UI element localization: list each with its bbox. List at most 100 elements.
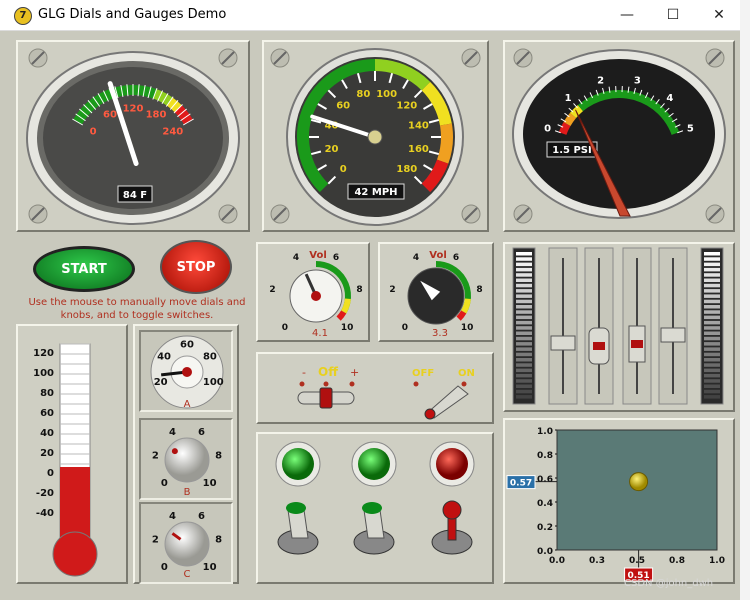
- psi-gauge[interactable]: 0 1 2 3 4 5 1.5 PSI: [505, 42, 733, 230]
- switch-plus-label: +: [350, 366, 359, 379]
- switch-panel: - Off + OFF ON: [256, 352, 494, 424]
- vol2-tick-label: 2: [389, 285, 395, 295]
- thermometer-tick-label: 0: [47, 468, 54, 479]
- xy-plot[interactable]: 1.00.80.60.40.20.0 0.0 0.3 0.5 0.8 1.0 0.57 …: [505, 420, 733, 582]
- temp-gauge-panel: 0 60 120 180 240 84 F: [16, 40, 250, 232]
- knob-b-tick-label: 0: [161, 478, 168, 489]
- y-tick-label: 0.6: [537, 475, 553, 485]
- y-tick-label: 0.2: [537, 523, 553, 533]
- speed-tick-label: 60: [336, 101, 350, 112]
- temp-gauge[interactable]: 0 60 120180 240 84 F: [18, 42, 248, 230]
- speed-tick-label: 140: [408, 121, 429, 132]
- temp-tick-label: 120: [123, 103, 144, 114]
- knob-a-tick-label: 40: [157, 351, 171, 362]
- psi-readout: 1.5 PSI: [552, 145, 591, 156]
- speed-tick-label: 80: [356, 89, 370, 100]
- sliders-area: [512, 247, 724, 405]
- speed-tick-label: 180: [396, 164, 417, 175]
- knob-c-tick-label: 4: [169, 511, 176, 522]
- start-button[interactable]: START: [33, 246, 135, 292]
- vol1-tick-label: 6: [333, 253, 339, 263]
- vol-dial-2-label: Vol: [429, 250, 447, 261]
- knob-c-tick-label: 2: [152, 534, 159, 545]
- vol2-tick-label: 6: [453, 253, 459, 263]
- stop-button[interactable]: STOP: [160, 240, 232, 294]
- x-tick-label: 0.3: [589, 556, 605, 566]
- thermometer-tick-label: -20: [36, 488, 54, 499]
- psi-tick-label: 2: [597, 76, 604, 87]
- green-joystick[interactable]: [353, 502, 395, 555]
- vol1-tick-label: 2: [269, 285, 275, 295]
- slider-1[interactable]: [548, 247, 578, 405]
- knob-a-frame: 20 40 60 80 100 A: [139, 330, 233, 412]
- instruction-text: Use the mouse to manually move dials and…: [28, 297, 246, 321]
- psi-tick-label: 1: [565, 93, 572, 104]
- rocker-switch[interactable]: [297, 387, 355, 409]
- vol-dial-1[interactable]: 0 2 4 6 8 10 Vol 4.1: [258, 244, 368, 340]
- knob-b-label: B: [184, 487, 191, 498]
- knobs-panel: 20 40 60 80 100 A 0 2 4 6 8 10 B 0 2 4 6 8 10 C: [133, 324, 239, 584]
- slider-4[interactable]: [658, 247, 688, 405]
- vol2-tick-label: 10: [461, 323, 474, 333]
- level-bar-right: [700, 247, 724, 405]
- temp-tick-label: 60: [103, 109, 117, 120]
- thermometer[interactable]: 120 100 80 60 40 20 0 -20 -40: [18, 326, 126, 582]
- x-tick-label: 0.5: [629, 556, 645, 566]
- x-tick-label: 0.8: [669, 556, 685, 566]
- vol2-tick-label: 8: [476, 285, 482, 295]
- knob-b-tick-label: 8: [215, 450, 222, 461]
- knob-b[interactable]: 0 2 4 6 8 10 B: [141, 420, 231, 498]
- screw-icon: [218, 204, 238, 224]
- slider-3[interactable]: [622, 247, 652, 405]
- y-tick-label: 1.0: [537, 427, 553, 437]
- maximize-button[interactable]: ☐: [650, 0, 696, 30]
- switch-off-label: Off: [318, 365, 338, 379]
- speed-readout: 42 MPH: [354, 187, 397, 198]
- window-title: GLG Dials and Gauges Demo: [38, 7, 227, 22]
- thermometer-panel: 120 100 80 60 40 20 0 -20 -40: [16, 324, 128, 584]
- thermometer-tick-label: 20: [40, 448, 54, 459]
- title-bar[interactable]: 7 GLG Dials and Gauges Demo — ☐ ✕: [0, 0, 740, 31]
- knob-b-tick-label: 10: [203, 478, 217, 489]
- xy-cursor-point[interactable]: [629, 472, 649, 492]
- vol-dial-2[interactable]: 0 2 4 6 8 10 Vol 3.3: [380, 244, 492, 340]
- speed-tick-label: 120: [396, 101, 417, 112]
- screw-icon: [28, 48, 48, 68]
- psi-tick-label: 5: [687, 123, 694, 134]
- close-button[interactable]: ✕: [696, 0, 740, 30]
- knob-a-tick-label: 60: [180, 339, 194, 350]
- vol1-tick-label: 4: [293, 253, 299, 263]
- red-joystick[interactable]: [431, 500, 473, 555]
- knob-b-tick-label: 4: [169, 427, 176, 438]
- green-joystick[interactable]: [277, 502, 319, 555]
- lever-toggle-switch[interactable]: [424, 385, 469, 420]
- vol-dial-1-label: Vol: [309, 250, 327, 261]
- knob-c[interactable]: 0 2 4 6 8 10 C: [141, 504, 231, 582]
- speed-tick-label: 0: [340, 164, 347, 175]
- toggle-on-label: ON: [458, 368, 475, 379]
- speed-gauge-panel: 0 20 40 60 80 100 120 140 160 180 42 MPH: [262, 40, 489, 232]
- knob-a[interactable]: 20 40 60 80 100 A: [141, 332, 231, 410]
- psi-tick-label: 0: [544, 123, 551, 134]
- y-marker: 0.57: [506, 475, 536, 490]
- scale-band: [563, 112, 577, 127]
- vol-dial-2-value: 3.3: [432, 328, 448, 339]
- slider-2[interactable]: [584, 247, 614, 405]
- thermometer-tick-label: 120: [33, 348, 54, 359]
- speed-gauge[interactable]: 020406080 100120140160180 42 MPH: [264, 42, 487, 230]
- knob-c-tick-label: 0: [161, 562, 168, 573]
- psi-tick-label: 4: [666, 93, 673, 104]
- vol1-tick-label: 10: [341, 323, 354, 333]
- sliders-panel: [503, 242, 735, 412]
- scale-band: [436, 123, 453, 164]
- speed-tick-label: 20: [325, 144, 339, 155]
- temp-readout: 84 F: [123, 190, 147, 201]
- knob-c-label: C: [184, 569, 191, 580]
- minimize-button[interactable]: —: [604, 0, 650, 30]
- knob-a-tick-label: 100: [203, 377, 224, 388]
- level-bar-left: [512, 247, 536, 405]
- speed-tick-label: 100: [376, 89, 397, 100]
- vol1-tick-label: 0: [282, 323, 288, 333]
- knob-a-tick-label: 20: [154, 377, 168, 388]
- knob-c-tick-label: 10: [203, 562, 217, 573]
